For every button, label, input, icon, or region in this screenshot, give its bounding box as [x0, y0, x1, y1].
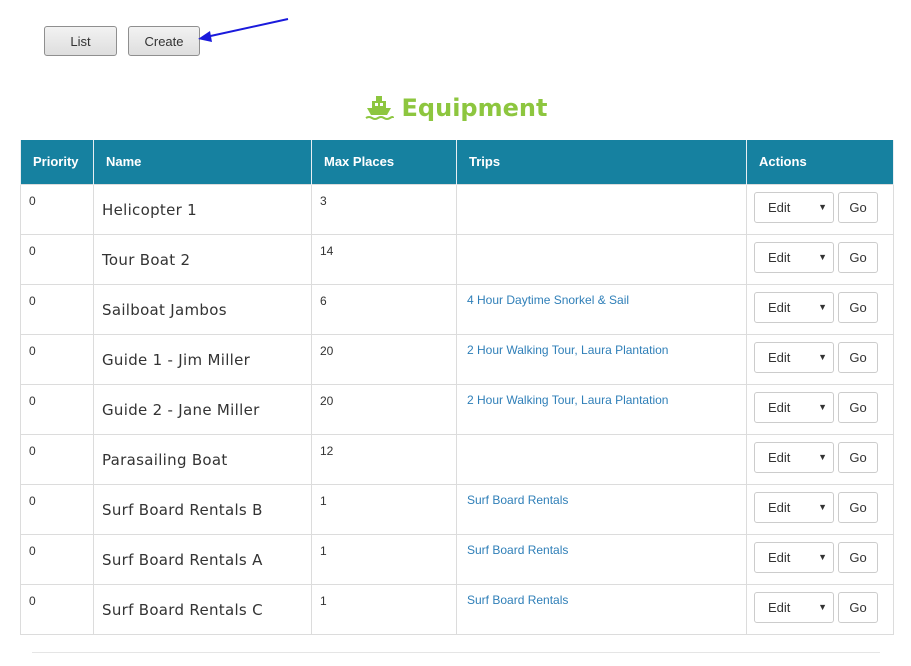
equipment-name: Parasailing Boat [102, 450, 228, 469]
trip-link[interactable]: Surf Board Rentals [457, 585, 746, 607]
equipment-table: Priority Name Max Places Trips Actions 0… [20, 140, 894, 635]
table-row: 0 Surf Board Rentals C 1 Surf Board Rent… [20, 583, 894, 635]
equipment-name: Surf Board Rentals C [102, 600, 263, 619]
max-places-value: 20 [320, 343, 334, 358]
go-button[interactable]: Go [838, 541, 878, 573]
equipment-name: Surf Board Rentals B [102, 500, 263, 519]
priority-value: 0 [29, 243, 36, 258]
table-row: 0 Sailboat Jambos 6 4 Hour Daytime Snork… [20, 283, 894, 335]
action-select-value: Edit [768, 299, 791, 315]
trip-link[interactable]: 2 Hour Walking Tour, Laura Plantation [457, 385, 746, 407]
action-select-value: Edit [768, 549, 791, 565]
go-button[interactable]: Go [838, 591, 878, 623]
table-row: 0 Tour Boat 2 14 Edit ▼ Go [20, 233, 894, 285]
caret-down-icon: ▼ [818, 302, 827, 312]
table-row: 0 Guide 2 - Jane Miller 20 2 Hour Walkin… [20, 383, 894, 435]
header-max-places[interactable]: Max Places [311, 140, 457, 184]
go-button[interactable]: Go [838, 341, 878, 373]
caret-down-icon: ▼ [818, 252, 827, 262]
equipment-name: Guide 2 - Jane Miller [102, 400, 260, 419]
caret-down-icon: ▼ [818, 402, 827, 412]
action-select[interactable]: Edit ▼ [754, 391, 834, 423]
caret-down-icon: ▼ [818, 352, 827, 362]
caret-down-icon: ▼ [818, 602, 827, 612]
action-select-value: Edit [768, 349, 791, 365]
action-select[interactable]: Edit ▼ [754, 341, 834, 373]
priority-value: 0 [29, 343, 36, 358]
max-places-value: 20 [320, 393, 334, 408]
action-select-value: Edit [768, 599, 791, 615]
equipment-name: Surf Board Rentals A [102, 550, 263, 569]
table-row: 0 Surf Board Rentals B 1 Surf Board Rent… [20, 483, 894, 535]
equipment-name: Helicopter 1 [102, 200, 197, 219]
trip-link[interactable]: Surf Board Rentals [457, 485, 746, 507]
go-button[interactable]: Go [838, 191, 878, 223]
go-button[interactable]: Go [838, 291, 878, 323]
action-select[interactable]: Edit ▼ [754, 491, 834, 523]
trip-link[interactable]: 2 Hour Walking Tour, Laura Plantation [457, 335, 746, 357]
go-button[interactable]: Go [838, 491, 878, 523]
priority-value: 0 [29, 193, 36, 208]
action-select[interactable]: Edit ▼ [754, 591, 834, 623]
trip-link[interactable]: 4 Hour Daytime Snorkel & Sail [457, 285, 746, 307]
max-places-value: 1 [320, 543, 327, 558]
max-places-value: 12 [320, 443, 334, 458]
ship-icon [364, 96, 394, 120]
header-name[interactable]: Name [93, 140, 312, 184]
caret-down-icon: ▼ [818, 452, 827, 462]
go-button[interactable]: Go [838, 441, 878, 473]
action-select-value: Edit [768, 249, 791, 265]
trip-link[interactable] [457, 435, 746, 443]
trip-link[interactable] [457, 185, 746, 193]
trip-link[interactable] [457, 235, 746, 243]
table-row: 0 Helicopter 1 3 Edit ▼ Go [20, 183, 894, 235]
max-places-value: 1 [320, 493, 327, 508]
action-select[interactable]: Edit ▼ [754, 541, 834, 573]
max-places-value: 14 [320, 243, 334, 258]
max-places-value: 3 [320, 193, 327, 208]
page-title-text: Equipment [401, 94, 548, 122]
action-select-value: Edit [768, 499, 791, 515]
action-select-value: Edit [768, 199, 791, 215]
table-row: 0 Guide 1 - Jim Miller 20 2 Hour Walking… [20, 333, 894, 385]
priority-value: 0 [29, 443, 36, 458]
priority-value: 0 [29, 293, 36, 308]
annotation-arrow [198, 18, 289, 42]
header-actions: Actions [746, 140, 894, 184]
caret-down-icon: ▼ [818, 552, 827, 562]
trip-link[interactable]: Surf Board Rentals [457, 535, 746, 557]
action-select[interactable]: Edit ▼ [754, 191, 834, 223]
priority-value: 0 [29, 493, 36, 508]
action-select[interactable]: Edit ▼ [754, 291, 834, 323]
action-select[interactable]: Edit ▼ [754, 241, 834, 273]
action-select-value: Edit [768, 399, 791, 415]
table-row: 0 Parasailing Boat 12 Edit ▼ Go [20, 433, 894, 485]
action-select[interactable]: Edit ▼ [754, 441, 834, 473]
header-trips[interactable]: Trips [456, 140, 747, 184]
max-places-value: 1 [320, 593, 327, 608]
header-priority[interactable]: Priority [20, 140, 94, 184]
caret-down-icon: ▼ [818, 202, 827, 212]
max-places-value: 6 [320, 293, 327, 308]
equipment-name: Tour Boat 2 [102, 250, 191, 269]
priority-value: 0 [29, 393, 36, 408]
go-button[interactable]: Go [838, 391, 878, 423]
equipment-name: Sailboat Jambos [102, 300, 227, 319]
go-button[interactable]: Go [838, 241, 878, 273]
priority-value: 0 [29, 593, 36, 608]
priority-value: 0 [29, 543, 36, 558]
list-button[interactable]: List [44, 26, 117, 56]
create-button[interactable]: Create [128, 26, 200, 56]
page-title: Equipment [0, 90, 911, 126]
caret-down-icon: ▼ [818, 502, 827, 512]
table-header-row: Priority Name Max Places Trips Actions [20, 140, 894, 184]
divider [32, 652, 880, 653]
action-select-value: Edit [768, 449, 791, 465]
table-row: 0 Surf Board Rentals A 1 Surf Board Rent… [20, 533, 894, 585]
equipment-name: Guide 1 - Jim Miller [102, 350, 251, 369]
